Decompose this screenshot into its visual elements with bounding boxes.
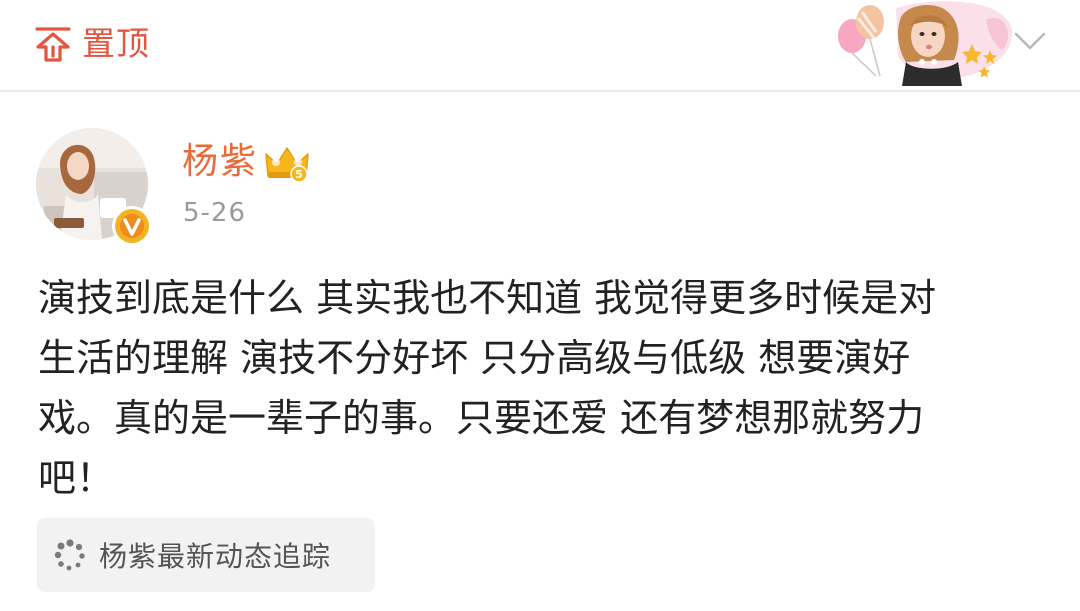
decorative-avatar-card-icon: [838, 1, 1013, 86]
pinned-indicator: 置顶: [32, 22, 150, 66]
author-name[interactable]: 杨紫: [182, 138, 258, 186]
topic-tracking-button[interactable]: 杨紫最新动态追踪: [37, 518, 375, 592]
topic-label: 杨紫最新动态追踪: [99, 540, 332, 573]
post-body-text: 演技到底是什么 其实我也不知道 我觉得更多时候是对 生活的理解 演技不分好坏 只…: [38, 276, 937, 500]
svg-text:5: 5: [295, 168, 303, 181]
top-divider: [0, 90, 1080, 92]
chevron-down-icon[interactable]: [1012, 28, 1048, 54]
post-date: 5-26: [183, 198, 247, 228]
pin-to-top-icon: [35, 27, 71, 62]
pinned-label: 置顶: [82, 24, 150, 63]
weibo-post-screen: 置顶 杨紫 5 5-26 演技到底是什么 其实我也不知道 我觉得更多时候是对 生…: [0, 0, 1080, 611]
verified-v-icon: [112, 206, 152, 246]
vip-crown-icon: 5: [265, 147, 309, 183]
post-top-bar: 置顶: [0, 0, 1080, 90]
loading-dots-icon: [54, 539, 85, 571]
